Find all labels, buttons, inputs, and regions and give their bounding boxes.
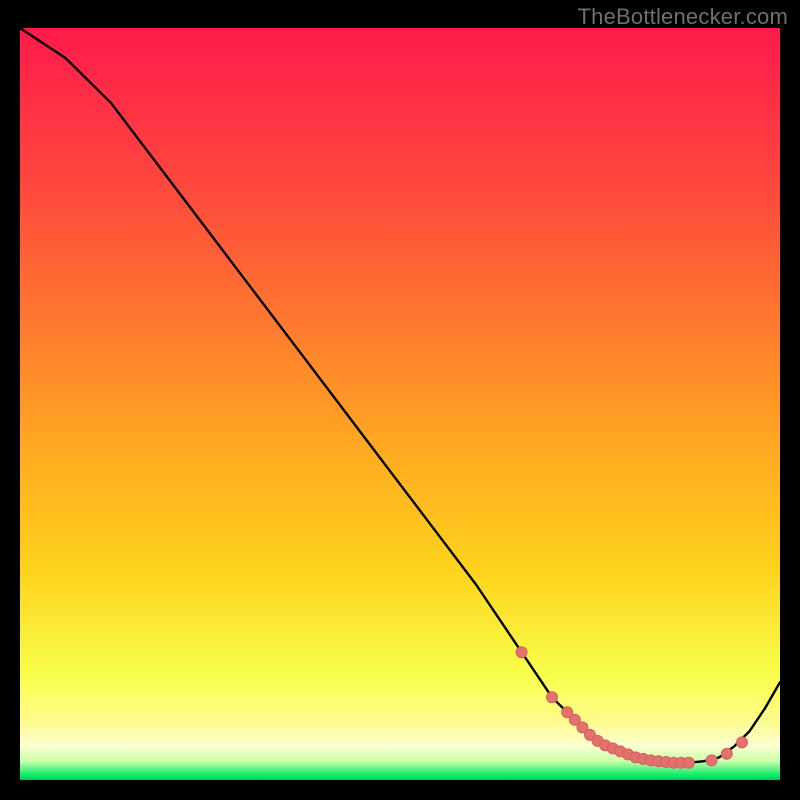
valley-marker: [516, 647, 527, 658]
gradient-background: [20, 28, 780, 780]
watermark-text: TheBottleneсker.com: [578, 4, 788, 30]
valley-marker: [706, 755, 717, 766]
chart-svg: [20, 28, 780, 780]
chart-plot: [20, 28, 780, 780]
valley-marker: [547, 692, 558, 703]
valley-marker: [721, 748, 732, 759]
valley-marker: [737, 737, 748, 748]
chart-stage: TheBottleneсker.com: [0, 0, 800, 800]
valley-marker: [683, 757, 694, 768]
